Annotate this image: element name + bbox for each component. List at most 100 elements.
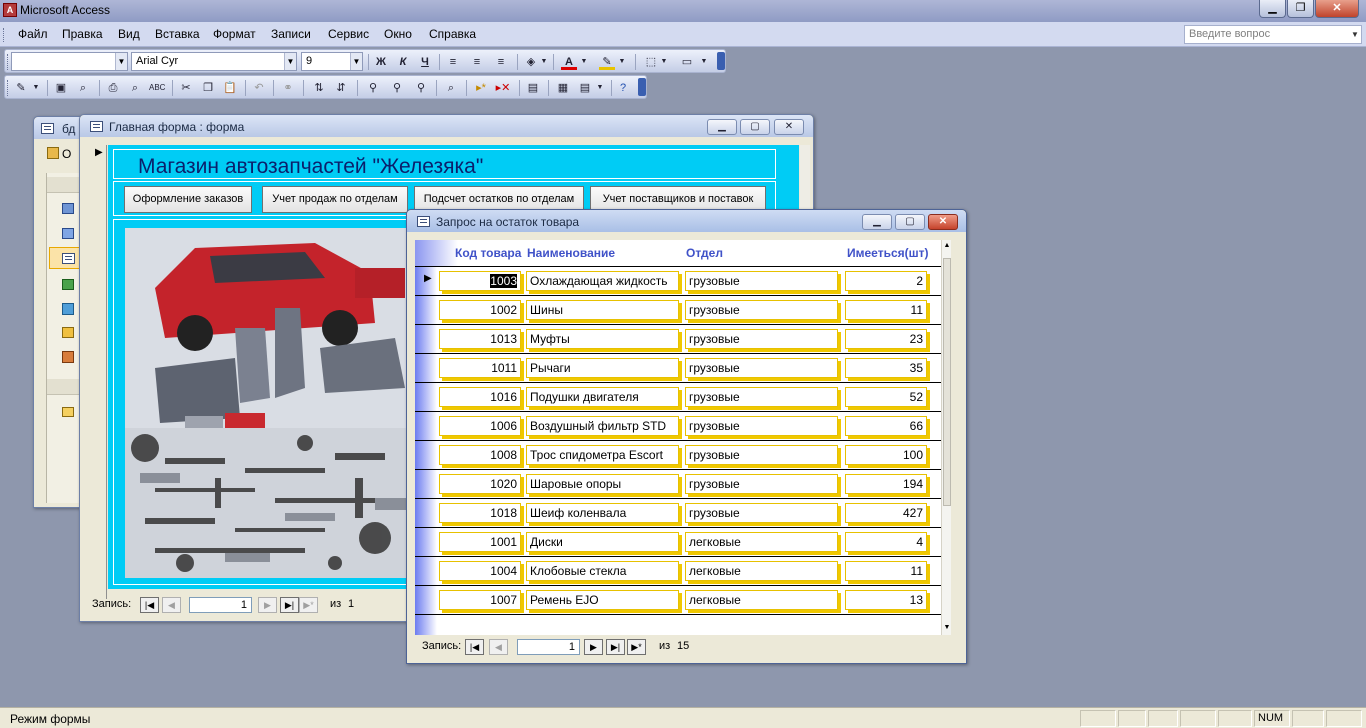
open-icon[interactable] bbox=[47, 147, 59, 159]
table-row[interactable]: 1006 Воздушный фильтр STD грузовые 66 bbox=[415, 412, 941, 441]
table-row[interactable]: 1008 Трос спидометра Escort грузовые 100 bbox=[415, 441, 941, 470]
cell-code[interactable]: 1002 bbox=[439, 300, 521, 320]
table-row[interactable]: 1007 Ремень EJO легковые 13 bbox=[415, 586, 941, 615]
last-record-button[interactable]: ▶| bbox=[280, 597, 299, 613]
cell-code[interactable]: 1016 bbox=[439, 387, 521, 407]
cell-qty[interactable]: 23 bbox=[845, 329, 927, 349]
chevron-down-icon[interactable]: ▼ bbox=[284, 53, 296, 70]
table-row[interactable]: 1002 Шины грузовые 11 bbox=[415, 296, 941, 325]
print-preview-icon[interactable]: ⌕ bbox=[127, 80, 143, 96]
find-icon[interactable]: ⌕ bbox=[443, 80, 459, 96]
cut-icon[interactable]: ✂ bbox=[178, 80, 194, 96]
cell-name[interactable]: Клобовые стекла bbox=[526, 561, 679, 581]
next-record-button[interactable]: ▶ bbox=[584, 639, 603, 655]
menu-insert[interactable]: Вставка bbox=[155, 27, 200, 41]
cell-qty[interactable]: 194 bbox=[845, 474, 927, 494]
chevron-down-icon[interactable]: ▼ bbox=[617, 54, 627, 70]
menu-file[interactable]: Файл bbox=[18, 27, 48, 41]
cell-qty[interactable]: 100 bbox=[845, 445, 927, 465]
current-record-input[interactable]: 1 bbox=[517, 639, 580, 655]
column-header-dept[interactable]: Отдел bbox=[686, 246, 723, 260]
row-selector[interactable] bbox=[415, 557, 437, 585]
cell-dept[interactable]: легковые bbox=[685, 590, 838, 610]
new-object-icon[interactable]: ▤ bbox=[577, 80, 593, 96]
menu-grip[interactable] bbox=[3, 28, 6, 42]
row-selector[interactable]: ▶ bbox=[415, 267, 437, 295]
cell-name[interactable]: Подушки двигателя bbox=[526, 387, 679, 407]
table-row[interactable]: 1016 Подушки двигателя грузовые 52 bbox=[415, 383, 941, 412]
query-vertical-scrollbar[interactable]: ▲ ▼ bbox=[941, 240, 951, 635]
cell-dept[interactable]: грузовые bbox=[685, 271, 838, 291]
reports-icon[interactable] bbox=[62, 279, 74, 290]
orders-button[interactable]: Оформление заказов bbox=[124, 186, 252, 213]
align-center-icon[interactable]: ≡ bbox=[469, 54, 485, 70]
cell-qty[interactable]: 427 bbox=[845, 503, 927, 523]
cell-name[interactable]: Рычаги bbox=[526, 358, 679, 378]
column-header-name[interactable]: Наименование bbox=[527, 246, 615, 260]
cell-qty[interactable]: 2 bbox=[845, 271, 927, 291]
chevron-down-icon[interactable]: ▼ bbox=[31, 80, 41, 96]
menu-help[interactable]: Справка bbox=[429, 27, 476, 41]
toolbar-options-button[interactable] bbox=[717, 52, 725, 70]
new-record-button[interactable]: ▶* bbox=[627, 639, 646, 655]
view-icon[interactable]: ✎ bbox=[13, 80, 29, 96]
table-row[interactable]: 1020 Шаровые опоры грузовые 194 bbox=[415, 470, 941, 499]
next-record-button[interactable]: ▶ bbox=[258, 597, 277, 613]
query-maximize-button[interactable]: ▢ bbox=[895, 214, 925, 230]
menu-format[interactable]: Формат bbox=[213, 27, 256, 41]
database-window-icon[interactable]: ▦ bbox=[555, 80, 571, 96]
modules-icon[interactable] bbox=[62, 351, 74, 363]
apply-filter-icon[interactable]: ⚲ bbox=[413, 80, 429, 96]
close-button[interactable]: ✕ bbox=[1315, 0, 1359, 18]
toolbar-grip[interactable] bbox=[7, 80, 10, 96]
prev-record-button[interactable]: ◀ bbox=[162, 597, 181, 613]
row-selector[interactable] bbox=[415, 412, 437, 440]
table-row[interactable]: ▶ 1003 Охлаждающая жидкость грузовые 2 bbox=[415, 267, 941, 296]
cell-qty[interactable]: 11 bbox=[845, 561, 927, 581]
first-record-button[interactable]: |◀ bbox=[465, 639, 484, 655]
fill-color-icon[interactable]: ◈ bbox=[523, 54, 539, 70]
menu-window[interactable]: Окно bbox=[384, 27, 412, 41]
first-record-button[interactable]: |◀ bbox=[140, 597, 159, 613]
row-selector[interactable] bbox=[415, 441, 437, 469]
chevron-down-icon[interactable]: ▼ bbox=[350, 53, 362, 70]
table-row[interactable]: 1018 Шеиф коленвала грузовые 427 bbox=[415, 499, 941, 528]
file-search-icon[interactable]: ⌕ bbox=[75, 80, 91, 96]
current-record-input[interactable]: 1 bbox=[189, 597, 252, 613]
cell-name[interactable]: Охлаждающая жидкость bbox=[526, 271, 679, 291]
filter-by-form-icon[interactable]: ⚲ bbox=[389, 80, 405, 96]
cell-dept[interactable]: легковые bbox=[685, 532, 838, 552]
cell-code[interactable]: 1008 bbox=[439, 445, 521, 465]
paste-icon[interactable]: 📋 bbox=[222, 80, 238, 96]
cell-dept[interactable]: грузовые bbox=[685, 445, 838, 465]
align-right-icon[interactable]: ≡ bbox=[493, 54, 509, 70]
font-color-icon[interactable]: A bbox=[561, 54, 577, 70]
cell-code[interactable]: 1004 bbox=[439, 561, 521, 581]
chevron-down-icon[interactable]: ▼ bbox=[659, 54, 669, 70]
table-row[interactable]: 1013 Муфты грузовые 23 bbox=[415, 325, 941, 354]
record-selector[interactable]: ▶ bbox=[90, 145, 107, 599]
favorites-icon[interactable] bbox=[62, 407, 74, 417]
table-row[interactable]: 1004 Клобовые стекла легковые 11 bbox=[415, 557, 941, 586]
chevron-down-icon[interactable]: ▼ bbox=[539, 54, 549, 70]
border-icon[interactable]: ⬚ bbox=[643, 54, 659, 70]
cell-dept[interactable]: легковые bbox=[685, 561, 838, 581]
save-icon[interactable]: ▣ bbox=[53, 80, 69, 96]
delete-record-icon[interactable]: ▸✕ bbox=[495, 80, 511, 96]
cell-qty[interactable]: 52 bbox=[845, 387, 927, 407]
cell-code[interactable]: 1013 bbox=[439, 329, 521, 349]
cell-code[interactable]: 1007 bbox=[439, 590, 521, 610]
menu-tools[interactable]: Сервис bbox=[328, 27, 369, 41]
form-close-button[interactable]: ✕ bbox=[774, 119, 804, 135]
font-combo[interactable]: Arial Cyr ▼ bbox=[131, 52, 297, 71]
cell-code[interactable]: 1020 bbox=[439, 474, 521, 494]
row-selector[interactable] bbox=[415, 499, 437, 527]
cell-code[interactable]: 1006 bbox=[439, 416, 521, 436]
cell-qty[interactable]: 4 bbox=[845, 532, 927, 552]
table-row[interactable]: 1011 Рычаги грузовые 35 bbox=[415, 354, 941, 383]
cell-dept[interactable]: грузовые bbox=[685, 474, 838, 494]
restore-button[interactable]: ❐ bbox=[1287, 0, 1314, 18]
query-close-button[interactable]: ✕ bbox=[928, 214, 958, 230]
hyperlink-icon[interactable]: ⚭ bbox=[280, 80, 296, 96]
cell-qty[interactable]: 13 bbox=[845, 590, 927, 610]
